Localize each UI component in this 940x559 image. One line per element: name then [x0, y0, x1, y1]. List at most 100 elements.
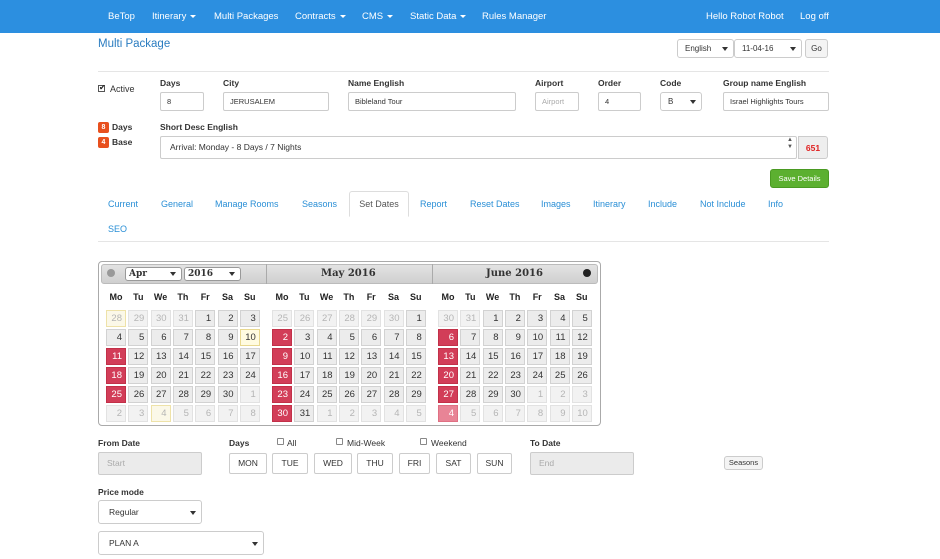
- calendar-day[interactable]: 19: [128, 366, 149, 384]
- calendar-day[interactable]: 17: [527, 347, 548, 365]
- calendar-day[interactable]: 8: [405, 328, 426, 346]
- calendar-day[interactable]: 7: [172, 328, 193, 346]
- calendar-day[interactable]: 15: [195, 347, 216, 365]
- tab-seo[interactable]: SEO: [108, 224, 127, 234]
- calendar-day[interactable]: 14: [460, 347, 481, 365]
- month-select[interactable]: Apr: [125, 267, 182, 281]
- calendar-day[interactable]: 29: [405, 385, 426, 403]
- calendar-day[interactable]: 11: [316, 347, 337, 365]
- calendar-day[interactable]: 25: [106, 385, 126, 403]
- calendar-day[interactable]: 9: [217, 328, 238, 346]
- calendar-day[interactable]: 27: [361, 385, 382, 403]
- go-button[interactable]: Go: [805, 39, 828, 58]
- calendar-day[interactable]: 25: [549, 366, 570, 384]
- calendar-day[interactable]: 12: [338, 347, 359, 365]
- language-select[interactable]: English: [677, 39, 734, 58]
- calendar-day[interactable]: 20: [438, 366, 458, 384]
- calendar-day[interactable]: 30: [272, 404, 292, 422]
- logout-link[interactable]: Log off: [800, 0, 829, 33]
- calendar-day[interactable]: 16: [217, 347, 238, 365]
- nav-itinerary[interactable]: Itinerary: [152, 0, 197, 33]
- calendar-day[interactable]: 28: [383, 385, 404, 403]
- calendar-day[interactable]: 8: [195, 328, 216, 346]
- calendar-day[interactable]: 14: [383, 347, 404, 365]
- calendar-day[interactable]: 1: [405, 310, 426, 327]
- calendar-day[interactable]: 28: [460, 385, 481, 403]
- day-button-thu[interactable]: THU: [357, 453, 393, 474]
- calendar-day[interactable]: 7: [217, 404, 238, 422]
- calendar-day[interactable]: 4: [150, 404, 171, 422]
- calendar-day[interactable]: 8: [239, 404, 260, 422]
- calendar-day[interactable]: 21: [172, 366, 193, 384]
- calendar-day[interactable]: 25: [316, 385, 337, 403]
- calendar-day[interactable]: 13: [438, 347, 458, 365]
- day-button-sun[interactable]: SUN: [477, 453, 512, 474]
- day-button-fri[interactable]: FRI: [399, 453, 430, 474]
- calendar-day[interactable]: 29: [482, 385, 503, 403]
- calendar-day[interactable]: 1: [195, 310, 216, 327]
- calendar-day[interactable]: 2: [504, 310, 525, 327]
- calendar-day[interactable]: 6: [482, 404, 503, 422]
- day-button-tue[interactable]: TUE: [272, 453, 308, 474]
- calendar-day[interactable]: 26: [338, 385, 359, 403]
- calendar-day[interactable]: 18: [316, 366, 337, 384]
- order-input[interactable]: 4: [598, 92, 641, 111]
- calendar-day[interactable]: 17: [239, 347, 260, 365]
- calendar-day[interactable]: 13: [150, 347, 171, 365]
- calendar-day[interactable]: 27: [150, 385, 171, 403]
- calendar-day[interactable]: 6: [195, 404, 216, 422]
- calendar-day[interactable]: 9: [504, 328, 525, 346]
- nav-contracts[interactable]: Contracts: [295, 0, 346, 33]
- price-mode-select[interactable]: Regular: [98, 500, 202, 524]
- calendar-day[interactable]: 30: [438, 310, 458, 327]
- calendar-day[interactable]: 10: [571, 404, 592, 422]
- calendar-day[interactable]: 13: [361, 347, 382, 365]
- mid-week-checkbox[interactable]: [336, 438, 343, 445]
- calendar-day[interactable]: 11: [106, 347, 126, 365]
- from-date-input[interactable]: Start: [98, 452, 202, 475]
- calendar-day[interactable]: 1: [316, 404, 337, 422]
- short-desc-textarea[interactable]: Arrival: Monday - 8 Days / 7 Nights: [160, 136, 797, 159]
- year-select[interactable]: 2016: [184, 267, 241, 281]
- calendar-day[interactable]: 20: [150, 366, 171, 384]
- day-button-sat[interactable]: SAT: [436, 453, 471, 474]
- calendar-day[interactable]: 28: [106, 310, 126, 327]
- nav-rules-manager[interactable]: Rules Manager: [482, 0, 546, 33]
- nav-cms[interactable]: CMS: [362, 0, 394, 33]
- calendar-day[interactable]: 24: [294, 385, 315, 403]
- calendar-day[interactable]: 10: [239, 328, 260, 346]
- calendar-day[interactable]: 27: [438, 385, 458, 403]
- calendar-day[interactable]: 22: [195, 366, 216, 384]
- calendar-day[interactable]: 26: [128, 385, 149, 403]
- calendar-day[interactable]: 24: [239, 366, 260, 384]
- tab-include[interactable]: Include: [648, 199, 677, 209]
- calendar-day[interactable]: 18: [549, 347, 570, 365]
- calendar-day[interactable]: 6: [438, 328, 458, 346]
- day-button-wed[interactable]: WED: [314, 453, 352, 474]
- calendar-day[interactable]: 24: [527, 366, 548, 384]
- calendar-day[interactable]: 30: [217, 385, 238, 403]
- calendar-day[interactable]: 15: [405, 347, 426, 365]
- calendar-day[interactable]: 29: [361, 310, 382, 327]
- spinner-arrows-icon[interactable]: ▲ ▼: [787, 137, 793, 151]
- calendar-day[interactable]: 23: [504, 366, 525, 384]
- calendar-day[interactable]: 5: [172, 404, 193, 422]
- save-details-button[interactable]: Save Details: [770, 169, 829, 188]
- to-date-input[interactable]: End: [530, 452, 634, 475]
- calendar-day[interactable]: 7: [460, 328, 481, 346]
- calendar-day[interactable]: 28: [338, 310, 359, 327]
- calendar-day[interactable]: 7: [383, 328, 404, 346]
- calendar-day[interactable]: 9: [549, 404, 570, 422]
- calendar-day[interactable]: 23: [272, 385, 292, 403]
- calendar-day[interactable]: 30: [383, 310, 404, 327]
- calendar-day[interactable]: 6: [361, 328, 382, 346]
- tab-current[interactable]: Current: [108, 199, 138, 209]
- nav-static-data[interactable]: Static Data: [410, 0, 467, 33]
- date-select[interactable]: 11-04-16: [734, 39, 802, 58]
- name-english-input[interactable]: Bibleland Tour: [348, 92, 516, 111]
- calendar-day[interactable]: 5: [128, 328, 149, 346]
- calendar-day[interactable]: 2: [272, 328, 292, 346]
- tab-images[interactable]: Images: [541, 199, 571, 209]
- calendar-day[interactable]: 3: [361, 404, 382, 422]
- calendar-day[interactable]: 22: [405, 366, 426, 384]
